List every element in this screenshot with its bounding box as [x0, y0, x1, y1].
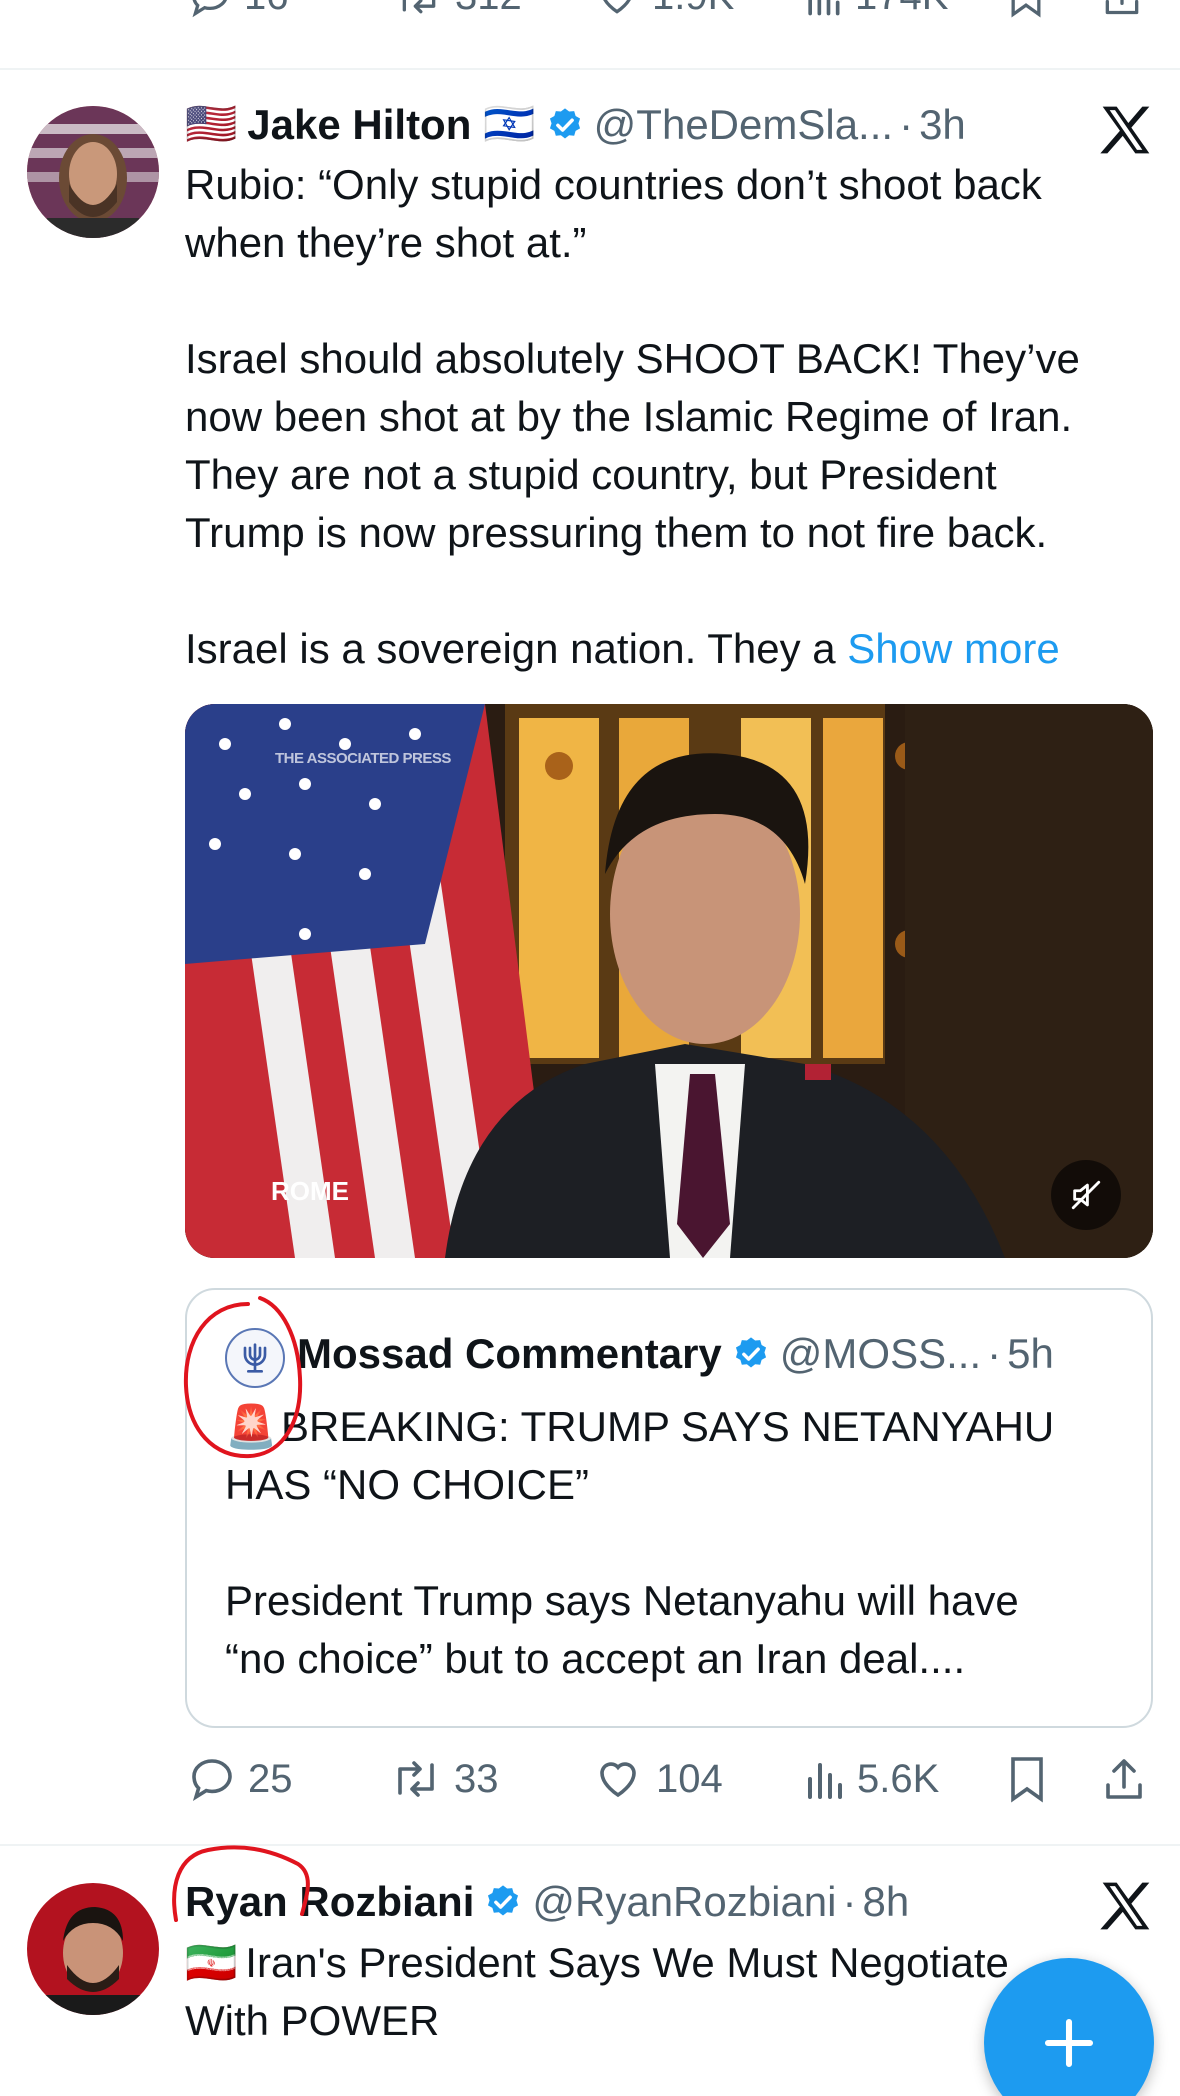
- menorah-logo-icon: [243, 1343, 267, 1373]
- verified-badge-icon: [549, 107, 580, 138]
- repost-icon: [402, 0, 436, 13]
- bookmark-icon: [1011, 0, 1041, 18]
- tweet-text-first-line: Iran's President Says We Must Negotiate: [245, 1939, 1009, 1986]
- repost-count: 33: [454, 1756, 499, 1801]
- quote-text: 🚨BREAKING: TRUMP SAYS NETANYAHU HAS “NO …: [225, 1398, 1145, 1688]
- tweet-action-bar: 25 33 104 5.6K: [0, 1745, 1180, 1815]
- tweet-text-second-line: With POWER: [185, 1997, 440, 2044]
- timestamp[interactable]: 3h: [919, 101, 966, 149]
- views-button[interactable]: 174K: [803, 0, 948, 19]
- muted-speaker-icon: [1071, 1180, 1101, 1210]
- views-icon: [808, 0, 840, 15]
- like-button[interactable]: 104: [592, 1755, 723, 1803]
- plus-icon: [1044, 2018, 1094, 2068]
- quote-author-name[interactable]: Mossad Commentary: [297, 1330, 722, 1378]
- iran-flag-emoji: 🇮🇷: [185, 1939, 238, 1986]
- share-icon: [1106, 1759, 1142, 1799]
- author-handle[interactable]: @TheDemSla...: [594, 101, 893, 149]
- repost-count: 312: [455, 0, 522, 19]
- author-name[interactable]: Ryan Rozbiani: [185, 1878, 474, 1926]
- video-watermark: THE ASSOCIATED PRESS: [275, 750, 451, 767]
- repost-icon: [398, 1761, 434, 1797]
- quote-header: Mossad Commentary @MOSS... · 5h: [297, 1330, 1054, 1378]
- share-button[interactable]: [1100, 1755, 1148, 1803]
- previous-tweet-action-bar: 16 312 1.9K 174K: [0, 0, 1180, 70]
- reply-count: 16: [244, 0, 289, 19]
- tweet-header: 🇺🇸 Jake Hilton 🇮🇱 @TheDemSla... · 3h: [185, 100, 966, 149]
- video-location-label: ROME: [271, 1176, 349, 1206]
- views-button[interactable]: 5.6K: [803, 1755, 939, 1803]
- like-count: 1.9K: [652, 0, 734, 19]
- author-handle[interactable]: @RyanRozbiani: [532, 1878, 836, 1926]
- tweet-divider: [0, 1844, 1180, 1846]
- avatar[interactable]: [27, 1883, 159, 2015]
- repost-button[interactable]: 33: [390, 1755, 499, 1803]
- x-logo-icon: [1100, 1882, 1150, 1930]
- tweet-text: Rubio: “Only stupid countries don’t shoo…: [185, 156, 1145, 678]
- reply-button[interactable]: 16: [188, 0, 289, 19]
- avatar-image: [27, 1883, 159, 2015]
- avatar-image: [27, 106, 159, 238]
- separator-dot: ·: [899, 100, 914, 148]
- verified-badge-icon: [735, 1337, 766, 1368]
- bookmark-button[interactable]: [1006, 0, 1046, 18]
- verified-badge-icon: [488, 1885, 519, 1916]
- separator-dot: ·: [987, 1330, 1002, 1377]
- author-name[interactable]: Jake Hilton: [247, 101, 471, 149]
- tweet-header: Ryan Rozbiani @RyanRozbiani · 8h: [185, 1878, 909, 1926]
- mute-button[interactable]: [1051, 1160, 1121, 1230]
- siren-emoji: 🚨: [225, 1403, 278, 1450]
- share-icon: [1105, 0, 1139, 15]
- reply-count: 25: [248, 1756, 293, 1801]
- separator-dot: ·: [842, 1878, 857, 1925]
- heart-icon: [600, 1762, 636, 1798]
- quote-text-headline: BREAKING: TRUMP SAYS NETANYAHU: [281, 1403, 1055, 1450]
- show-more-link[interactable]: Show more: [847, 625, 1059, 672]
- timestamp[interactable]: 8h: [863, 1878, 910, 1926]
- quote-author-avatar[interactable]: [225, 1328, 285, 1388]
- reply-icon: [192, 0, 227, 17]
- quote-author-handle[interactable]: @MOSS...: [780, 1330, 981, 1378]
- reply-button[interactable]: 25: [188, 1755, 293, 1803]
- heart-icon: [603, 0, 631, 14]
- like-button[interactable]: 1.9K: [594, 0, 734, 19]
- us-flag-emoji: 🇺🇸: [185, 100, 238, 147]
- video-player[interactable]: THE ASSOCIATED PRESS ROME: [185, 704, 1153, 1258]
- israel-flag-emoji: 🇮🇱: [483, 100, 536, 147]
- quoted-tweet-card[interactable]: Mossad Commentary @MOSS... · 5h 🚨BREAKIN…: [185, 1288, 1153, 1728]
- bookmark-icon: [1011, 1757, 1043, 1803]
- like-count: 104: [656, 1756, 723, 1801]
- avatar[interactable]: [27, 106, 159, 238]
- video-frame: [185, 704, 1153, 1258]
- views-icon: [808, 1763, 842, 1799]
- repost-button[interactable]: 312: [395, 0, 522, 19]
- reply-icon: [192, 1759, 232, 1802]
- tweet-text-content: Rubio: “Only stupid countries don’t shoo…: [185, 161, 1080, 672]
- quote-timestamp: 5h: [1007, 1330, 1054, 1377]
- views-count: 174K: [855, 0, 948, 19]
- share-button[interactable]: [1100, 0, 1144, 18]
- views-count: 5.6K: [857, 1756, 940, 1801]
- x-logo-icon: [1100, 106, 1150, 154]
- quote-text-body: HAS “NO CHOICE” President Trump says Net…: [225, 1461, 1019, 1682]
- bookmark-button[interactable]: [1006, 1755, 1048, 1803]
